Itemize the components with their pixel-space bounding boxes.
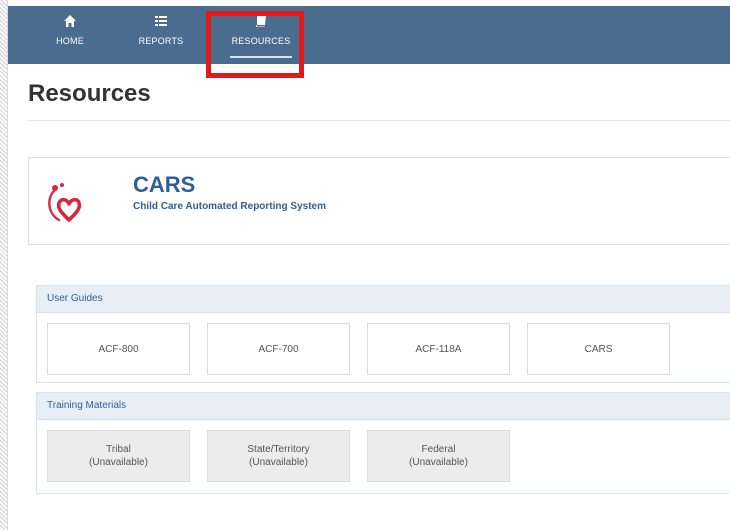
guide-label: ACF-800 <box>98 343 139 355</box>
training-tribal-button: Tribal (Unavailable) <box>47 430 190 482</box>
guide-acf-118a-button[interactable]: ACF-118A <box>367 323 510 375</box>
user-guides-panel: User Guides ACF-800 ACF-700 ACF-118A CAR… <box>36 285 730 383</box>
cars-banner: CARS Child Care Automated Reporting Syst… <box>28 157 730 245</box>
app-window: HOME REPORTS RESOURCES Resources CARS Ch… <box>7 0 730 530</box>
guide-acf-700-button[interactable]: ACF-700 <box>207 323 350 375</box>
training-name: Federal <box>421 444 456 455</box>
training-name: Tribal <box>106 444 131 455</box>
guide-cars-button[interactable]: CARS <box>527 323 670 375</box>
training-materials-panel: Training Materials Tribal (Unavailable) … <box>36 392 730 494</box>
top-navbar: HOME REPORTS RESOURCES <box>8 6 730 78</box>
training-materials-header: Training Materials <box>37 393 730 420</box>
hatch-border-left <box>0 0 7 530</box>
app-name: CARS <box>133 172 196 197</box>
annotation-highlight-box <box>206 11 304 78</box>
training-status: (Unavailable) <box>409 457 468 468</box>
nav-home-label: HOME <box>56 36 84 46</box>
training-state-territory-button: State/Territory (Unavailable) <box>207 430 350 482</box>
heart-stethoscope-logo <box>48 183 82 222</box>
home-icon <box>35 14 105 34</box>
training-name: State/Territory <box>247 444 310 455</box>
title-divider <box>28 120 730 121</box>
user-guides-header: User Guides <box>37 286 730 313</box>
training-status: (Unavailable) <box>89 457 148 468</box>
guide-label: ACF-118A <box>415 343 462 355</box>
training-status: (Unavailable) <box>249 457 308 468</box>
guide-acf-800-button[interactable]: ACF-800 <box>47 323 190 375</box>
nav-reports-label: REPORTS <box>138 36 184 46</box>
nav-home[interactable]: HOME <box>35 10 105 58</box>
page-title: Resources <box>28 80 151 107</box>
guide-label: CARS <box>584 343 613 355</box>
nav-reports[interactable]: REPORTS <box>126 10 196 58</box>
list-icon <box>126 14 196 34</box>
app-subtitle: Child Care Automated Reporting System <box>133 201 326 212</box>
training-federal-button: Federal (Unavailable) <box>367 430 510 482</box>
guide-label: ACF-700 <box>258 343 299 355</box>
